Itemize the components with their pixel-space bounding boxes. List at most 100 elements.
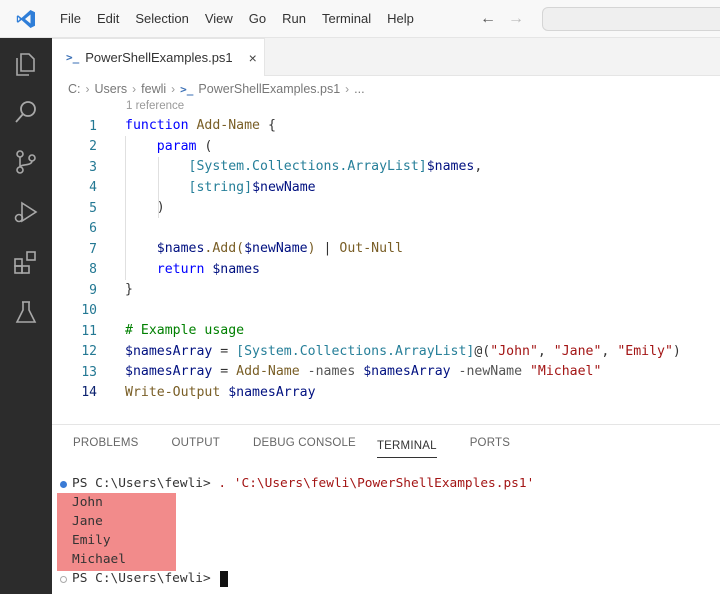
type: [System.Collections.ArrayList] xyxy=(188,159,427,174)
terminal-output-line: Michael xyxy=(72,552,126,567)
navigation-arrows: ← → xyxy=(480,0,524,38)
line-number: 4 xyxy=(89,180,97,196)
code-line: 3 [System.Collections.ArrayList]$names, xyxy=(52,157,720,178)
code-line: 5 ) xyxy=(52,198,720,219)
menu-go[interactable]: Go xyxy=(241,0,274,38)
breadcrumb-users[interactable]: Users xyxy=(95,82,128,96)
tab-problems[interactable]: PROBLEMS xyxy=(52,425,151,461)
menu-view[interactable]: View xyxy=(197,0,241,38)
paren: ) xyxy=(672,343,681,359)
tab-debug-console[interactable]: DEBUG CONSOLE xyxy=(232,425,368,461)
operator: = xyxy=(212,364,237,379)
parameter: -names xyxy=(299,364,364,379)
code-line: 13 $namesArray = Add-Name -names $namesA… xyxy=(52,362,720,383)
line-number: 10 xyxy=(81,303,97,319)
array-open: @( xyxy=(474,343,491,359)
variable: $namesArray xyxy=(125,364,213,379)
breadcrumb: C: › Users › fewli › >_ PowerShellExampl… xyxy=(68,80,365,98)
line-number: 8 xyxy=(89,262,97,278)
code-editor[interactable]: 1 function Add-Name { 2 param ( 3 [Syste… xyxy=(52,116,720,406)
menu-edit[interactable]: Edit xyxy=(89,0,127,38)
variable: $namesArray xyxy=(363,364,451,379)
forward-arrow-icon[interactable]: → xyxy=(508,10,524,28)
line-number: 6 xyxy=(89,221,97,237)
extensions-icon[interactable] xyxy=(12,248,40,276)
string: "Jane" xyxy=(553,343,602,359)
string: "Emily" xyxy=(617,343,673,359)
menu-file[interactable]: File xyxy=(52,0,89,38)
command-idle-dot-icon[interactable] xyxy=(60,576,67,583)
code-line: 14 Write-Output $namesArray xyxy=(52,383,720,404)
explorer-icon[interactable] xyxy=(12,50,40,78)
variable: $names xyxy=(156,241,205,256)
terminal-prompt-line[interactable]: PS C:\Users\fewli> xyxy=(72,571,218,586)
close-icon[interactable]: × xyxy=(249,50,257,66)
powershell-file-icon: >_ xyxy=(180,82,194,96)
terminal-command: . 'C:\Users\fewli\PowerShellExamples.ps1… xyxy=(218,476,535,491)
vscode-logo-icon xyxy=(0,0,52,38)
comma: , xyxy=(537,343,554,359)
variable: $newName xyxy=(252,179,316,195)
tab-powershell-examples[interactable]: >_ PowerShellExamples.ps1 × xyxy=(52,38,265,76)
title-bar: File Edit Selection View Go Run Terminal… xyxy=(0,0,720,38)
method: .Add( xyxy=(204,241,245,256)
codelens-references[interactable]: 1 reference xyxy=(126,100,184,112)
paren: ) xyxy=(307,241,316,256)
variable: $names xyxy=(426,159,475,174)
breadcrumb-more[interactable]: ... xyxy=(354,82,364,96)
chevron-right-icon: › xyxy=(345,82,350,96)
command-center-search[interactable] xyxy=(542,7,720,31)
activity-bar xyxy=(0,38,52,594)
tab-label: PowerShellExamples.ps1 xyxy=(85,50,233,65)
code-line: 2 param ( xyxy=(52,137,720,158)
line-number: 11 xyxy=(81,323,97,339)
chevron-right-icon: › xyxy=(85,82,90,96)
variable: $names xyxy=(204,261,260,277)
run-debug-icon[interactable] xyxy=(12,198,40,226)
line-number: 9 xyxy=(89,282,97,298)
tab-output[interactable]: OUTPUT xyxy=(151,425,232,461)
parameter: -newName xyxy=(450,364,530,379)
testing-icon[interactable] xyxy=(12,298,40,326)
terminal-prompt: PS C:\Users\fewli> xyxy=(72,476,219,491)
breadcrumb-drive[interactable]: C: xyxy=(68,82,81,96)
search-icon[interactable] xyxy=(12,98,40,126)
code-line: 1 function Add-Name { xyxy=(52,116,720,137)
paren: ) xyxy=(156,200,165,215)
line-number: 1 xyxy=(89,118,97,134)
comma: , xyxy=(601,343,618,359)
keyword: param xyxy=(156,138,197,154)
back-arrow-icon[interactable]: ← xyxy=(480,10,496,28)
brace: { xyxy=(260,118,276,133)
menu-terminal[interactable]: Terminal xyxy=(314,0,379,38)
powershell-file-icon: >_ xyxy=(66,51,80,64)
line-number: 14 xyxy=(81,385,97,401)
keyword: function xyxy=(125,118,189,133)
line-number: 5 xyxy=(89,200,97,216)
brace: } xyxy=(125,282,133,297)
code-line: 8 return $names xyxy=(52,260,720,281)
source-control-icon[interactable] xyxy=(12,148,40,176)
breadcrumb-user[interactable]: fewli xyxy=(141,82,166,96)
terminal-command-line: PS C:\Users\fewli> . 'C:\Users\fewli\Pow… xyxy=(72,476,534,491)
menu-help[interactable]: Help xyxy=(379,0,422,38)
variable: $namesArray xyxy=(220,384,316,400)
string: "John" xyxy=(490,343,538,359)
command: Add-Name xyxy=(236,364,300,379)
code-line: 9 } xyxy=(52,280,720,301)
paren: ( xyxy=(196,138,213,154)
type: [System.Collections.ArrayList] xyxy=(236,343,475,359)
terminal-prompt: PS C:\Users\fewli> xyxy=(72,571,219,586)
breadcrumb-file[interactable]: PowerShellExamples.ps1 xyxy=(198,82,340,96)
tab-ports[interactable]: PORTS xyxy=(449,425,522,461)
tab-terminal[interactable]: TERMINAL xyxy=(376,428,437,458)
code-line: 10 xyxy=(52,301,720,322)
command-success-dot-icon[interactable] xyxy=(60,481,67,488)
variable: $newName xyxy=(244,241,308,256)
function-name: Add-Name xyxy=(196,118,261,133)
type: [string] xyxy=(188,179,253,195)
menu-run[interactable]: Run xyxy=(274,0,314,38)
menu-selection[interactable]: Selection xyxy=(127,0,196,38)
comment: # Example usage xyxy=(125,323,245,338)
line-number: 3 xyxy=(89,159,97,175)
